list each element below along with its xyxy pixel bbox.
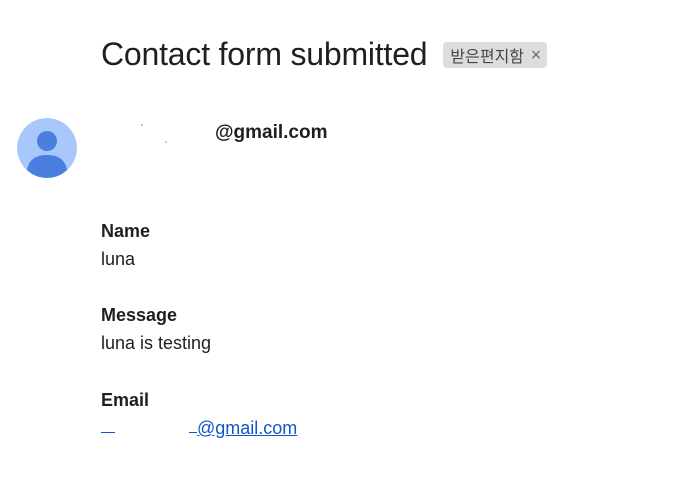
subject-row: Contact form submitted 받은편지함 × [101, 34, 548, 74]
sender-address[interactable]: @gmail.com [101, 122, 328, 144]
inbox-label-chip[interactable]: 받은편지함 × [443, 42, 548, 68]
sender-email-domain: @gmail.com [215, 122, 328, 143]
email-subject: Contact form submitted [101, 36, 428, 72]
close-icon[interactable]: × [529, 47, 543, 63]
redacted-text [101, 122, 215, 144]
redacted-text [101, 416, 197, 434]
field-label: Message [101, 305, 178, 325]
label-chip-text: 받은편지함 [450, 47, 525, 66]
email-link[interactable]: @gmail.com [101, 416, 297, 440]
field-value: luna is testing [101, 333, 212, 353]
field-value: luna [101, 249, 136, 269]
sender-avatar[interactable] [17, 118, 77, 178]
field-label: Email [101, 390, 150, 410]
email-link-domain: @gmail.com [197, 418, 298, 438]
field-message: Message luna is testing [101, 304, 211, 355]
field-name: Name luna [101, 220, 150, 271]
field-email: Email @gmail.com [101, 389, 297, 440]
field-value: @gmail.com [101, 416, 297, 440]
field-label: Name [101, 221, 151, 241]
email-view: Contact form submitted 받은편지함 × @gmail.co… [0, 0, 682, 480]
person-avatar-icon [17, 118, 77, 178]
